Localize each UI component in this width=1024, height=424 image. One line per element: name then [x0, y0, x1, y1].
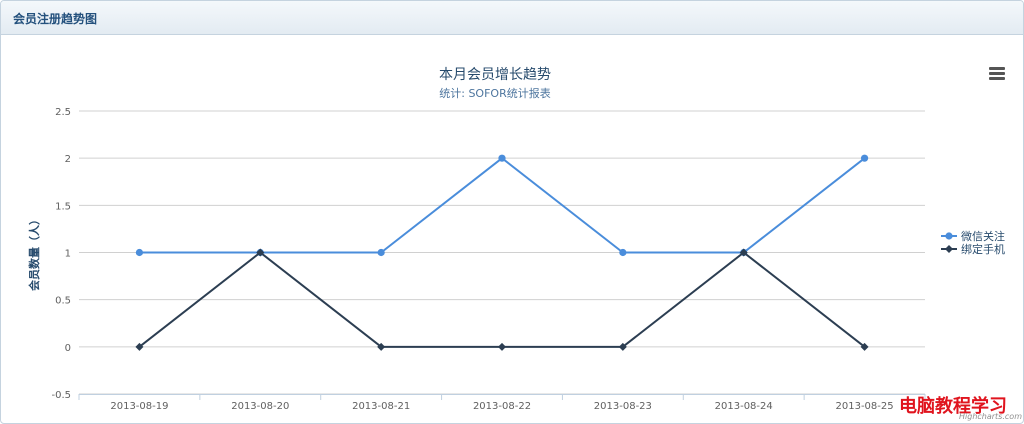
x-tick-label: 2013-08-19: [110, 401, 168, 412]
menu-bar: [989, 72, 1005, 75]
data-point: [498, 342, 506, 351]
chart-title: 本月会员增长趋势: [439, 67, 551, 83]
x-tick-label: 2013-08-23: [594, 401, 652, 412]
data-point: [619, 248, 627, 257]
credits-link[interactable]: Highcharts.com: [959, 412, 1022, 421]
y-tick-label: -0.5: [51, 390, 71, 401]
x-tick-label: 2013-08-21: [352, 401, 410, 412]
menu-bar: [989, 77, 1005, 80]
y-tick-label: 2.5: [55, 107, 71, 118]
legend-marker: [945, 232, 953, 240]
legend-label: 绑定手机: [961, 242, 1005, 256]
line-chart: 本月会员增长趋势统计: SOFOR统计报表 -0.5 0 0.5 1 1.5 2 2.5 201…: [27, 67, 1005, 412]
legend-marker: [945, 245, 953, 253]
y-tick-label: 2: [65, 154, 71, 165]
legend-label: 微信关注: [961, 229, 1005, 243]
y-tick-label: 1.5: [55, 201, 71, 212]
x-tick-label: 2013-08-24: [715, 401, 773, 412]
chart-subtitle: 统计: SOFOR统计报表: [439, 86, 550, 100]
hamburger-menu-icon[interactable]: [987, 65, 1007, 83]
data-point: [860, 154, 869, 162]
data-point: [498, 154, 506, 162]
menu-bar: [989, 67, 1005, 70]
chart-panel: 会员注册趋势图 本月会员增长趋势 统计: SOFOR统计报表 -0.5 0 0.5 1 1.…: [0, 0, 1024, 424]
y-tick-label: 1: [65, 249, 71, 260]
x-tick-label: 2013-08-22: [473, 401, 531, 412]
x-tick-label: 2013-08-20: [231, 401, 289, 412]
data-point: [135, 248, 144, 257]
panel-title: 会员注册趋势图: [13, 12, 98, 26]
data-point: [377, 248, 385, 257]
x-tick-label: 2013-08-25: [836, 401, 894, 412]
y-axis-label: 会员数量（人）: [27, 214, 41, 291]
y-tick-label: 0: [65, 343, 71, 354]
y-tick-label: 0.5: [55, 296, 71, 307]
panel-header: 会员注册趋势图: [1, 1, 1023, 35]
